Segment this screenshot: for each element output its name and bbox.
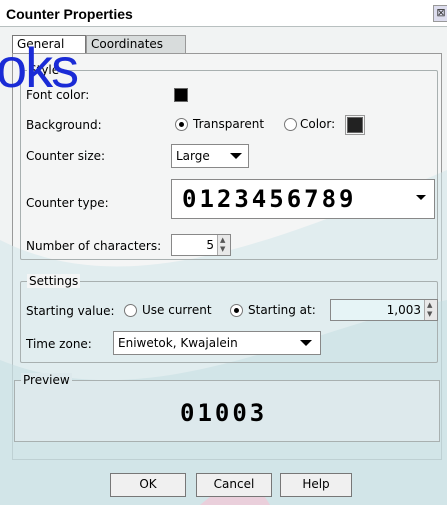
title-bar: Counter Properties ⊠ bbox=[0, 0, 447, 27]
num-chars-spin-buttons[interactable]: ▲ ▼ bbox=[217, 235, 230, 255]
starting-at-stepper[interactable]: 1,003 ▲ ▼ bbox=[330, 299, 438, 321]
counter-size-value: Large bbox=[176, 149, 210, 163]
counter-type-value: 0123456789 bbox=[182, 185, 357, 213]
spin-down-icon[interactable]: ▼ bbox=[427, 311, 432, 318]
close-icon[interactable]: ⊠ bbox=[433, 5, 447, 22]
starting-at-value: 1,003 bbox=[386, 303, 421, 317]
dialog-title: Counter Properties bbox=[6, 6, 133, 22]
color-radio[interactable] bbox=[284, 118, 297, 131]
time-zone-select[interactable]: Eniwetok, Kwajalein bbox=[113, 331, 321, 355]
spin-up-icon[interactable]: ▲ bbox=[427, 302, 432, 309]
background-label: Background: bbox=[26, 118, 102, 132]
use-current-label: Use current bbox=[142, 303, 212, 317]
time-zone-value: Eniwetok, Kwajalein bbox=[118, 336, 238, 350]
spin-down-icon[interactable]: ▼ bbox=[220, 246, 225, 253]
color-label: Color: bbox=[300, 117, 336, 131]
starting-value-label: Starting value: bbox=[26, 304, 115, 318]
num-chars-stepper[interactable]: 5 ▲ ▼ bbox=[171, 234, 231, 256]
counter-size-label: Counter size: bbox=[26, 149, 106, 163]
starting-at-label: Starting at: bbox=[248, 303, 316, 317]
ok-button[interactable]: OK bbox=[110, 473, 186, 497]
counter-type-label: Counter type: bbox=[26, 196, 109, 210]
chevron-down-icon bbox=[300, 340, 312, 346]
num-chars-label: Number of characters: bbox=[26, 239, 162, 253]
use-current-radio[interactable] bbox=[124, 304, 137, 317]
tab-coordinates[interactable]: Coordinates bbox=[86, 35, 186, 53]
overlay-text: oks bbox=[0, 36, 79, 99]
starting-at-spin-buttons[interactable]: ▲ ▼ bbox=[424, 300, 437, 320]
font-color-swatch[interactable] bbox=[174, 88, 188, 102]
counter-properties-dialog: Counter Properties ⊠ General Coordinates… bbox=[0, 0, 447, 505]
time-zone-label: Time zone: bbox=[26, 337, 92, 351]
counter-size-select[interactable]: Large bbox=[171, 144, 249, 168]
transparent-radio[interactable] bbox=[175, 118, 188, 131]
chevron-down-icon bbox=[230, 153, 242, 159]
background-color-swatch[interactable] bbox=[345, 115, 365, 135]
starting-at-radio[interactable] bbox=[230, 304, 243, 317]
help-button[interactable]: Help bbox=[280, 473, 352, 497]
chevron-down-icon bbox=[416, 195, 426, 200]
cancel-button[interactable]: Cancel bbox=[196, 473, 272, 497]
spin-up-icon[interactable]: ▲ bbox=[220, 237, 225, 244]
preview-counter: 01003 bbox=[180, 399, 268, 427]
counter-type-select[interactable]: 0123456789 bbox=[171, 179, 435, 219]
num-chars-value: 5 bbox=[206, 238, 214, 252]
transparent-label: Transparent bbox=[193, 117, 265, 131]
preview-legend: Preview bbox=[21, 373, 72, 387]
preview-group: Preview 01003 bbox=[14, 373, 440, 442]
settings-legend: Settings bbox=[27, 274, 81, 288]
